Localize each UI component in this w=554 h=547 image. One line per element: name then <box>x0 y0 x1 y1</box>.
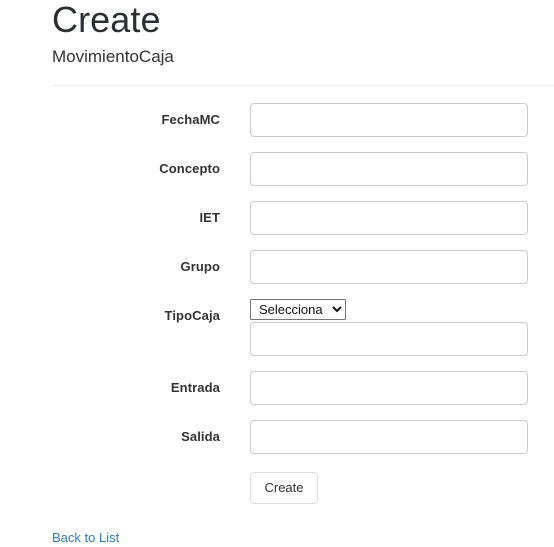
input-entrada[interactable] <box>250 371 528 405</box>
back-link-wrap: Back to List <box>52 529 554 547</box>
label-tipocaja: TipoCaja <box>164 308 220 323</box>
input-tipocaja-extra[interactable] <box>250 322 528 356</box>
field-col-salida <box>250 420 528 454</box>
submit-row: Create <box>52 472 554 504</box>
form-row-iet: IET <box>52 201 554 235</box>
form-row-entrada: Entrada <box>52 371 554 405</box>
field-col-fechamc <box>250 103 528 137</box>
label-concepto: Concepto <box>159 161 220 176</box>
field-col-concepto <box>250 152 528 186</box>
input-iet[interactable] <box>250 201 528 235</box>
form-row-tipocaja: TipoCaja Selecciona <box>52 299 554 356</box>
create-button[interactable]: Create <box>250 472 318 504</box>
field-col-entrada <box>250 371 528 405</box>
field-col-grupo <box>250 250 528 284</box>
select-tipocaja[interactable]: Selecciona <box>250 299 346 320</box>
form-row-salida: Salida <box>52 420 554 454</box>
label-salida: Salida <box>181 429 220 444</box>
input-salida[interactable] <box>250 420 528 454</box>
label-iet: IET <box>199 210 220 225</box>
input-grupo[interactable] <box>250 250 528 284</box>
movimiento-caja-form: FechaMC Concepto IET Grupo TipoCaja Sele… <box>52 103 554 504</box>
label-grupo: Grupo <box>180 259 220 274</box>
label-entrada: Entrada <box>170 380 220 395</box>
form-row-fechamc: FechaMC <box>52 103 554 137</box>
back-to-list-link[interactable]: Back to List <box>52 530 119 545</box>
label-fechamc: FechaMC <box>161 112 220 127</box>
page-title: Create <box>52 0 161 40</box>
form-row-concepto: Concepto <box>52 152 554 186</box>
field-col-tipocaja: Selecciona <box>250 299 528 356</box>
field-col-iet <box>250 201 528 235</box>
header-divider <box>52 85 554 86</box>
input-fechamc[interactable] <box>250 103 528 137</box>
create-page: Create MovimientoCaja FechaMC Concepto I… <box>0 0 554 545</box>
page-subtitle: MovimientoCaja <box>52 47 174 66</box>
form-row-grupo: Grupo <box>52 250 554 284</box>
input-concepto[interactable] <box>250 152 528 186</box>
